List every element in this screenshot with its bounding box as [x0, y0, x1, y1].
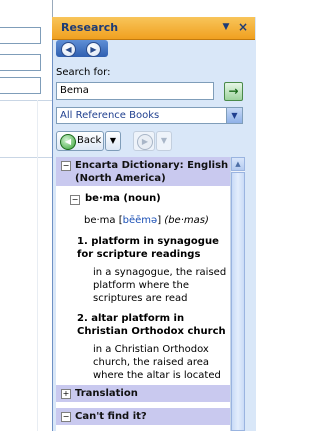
document-field-2[interactable]: [0, 54, 41, 71]
expand-icon[interactable]: +: [61, 389, 71, 399]
section-translation[interactable]: + Translation: [56, 385, 230, 402]
results-panel: − Encarta Dictionary: English (North Ame…: [56, 157, 230, 431]
close-icon[interactable]: ×: [236, 20, 250, 34]
forward-arrow-icon[interactable]: ▶: [86, 42, 101, 57]
document-field-1[interactable]: [0, 27, 41, 44]
definition-1-text: in a synagogue, the raised platform wher…: [93, 266, 226, 305]
definition-2-text-line: in a Christian Orthodox: [93, 344, 209, 355]
chevron-down-icon: ▼: [109, 136, 117, 145]
search-input[interactable]: Bema: [56, 82, 214, 100]
results-scrollbar[interactable]: ▲: [230, 157, 245, 431]
collapse-icon[interactable]: −: [61, 412, 71, 422]
section-cant-find-it[interactable]: − Can't find it?: [56, 408, 230, 425]
definition-1-title: 1. platform in synagogue for scripture r…: [77, 235, 219, 261]
document-area: [0, 0, 53, 431]
forward-arrow-icon: ▶: [137, 134, 153, 150]
definition-1-text-line: platform where the: [93, 280, 189, 291]
back-arrow-icon[interactable]: ◀: [61, 42, 76, 57]
definition-1-title-line: for scripture readings: [77, 249, 201, 260]
section-title: (North America): [75, 173, 166, 184]
pronunciation-word: be·ma: [84, 215, 116, 226]
back-button-label: Back: [77, 135, 102, 146]
chevron-down-icon: ▼: [226, 108, 242, 123]
section-title: Translation: [75, 388, 138, 399]
definition-2-title-line: 2. altar platform in: [77, 313, 185, 324]
chevron-down-icon: ▼: [160, 136, 168, 145]
back-arrow-icon: ◀: [60, 134, 76, 150]
definition-1-text-line: scriptures are read: [93, 293, 188, 304]
definition-2-text: in a Christian Orthodox church, the rais…: [93, 343, 221, 382]
start-search-button[interactable]: →: [224, 82, 243, 101]
definition-2-title-line: Christian Orthodox church: [77, 326, 226, 337]
section-title: Can't find it?: [75, 411, 147, 422]
back-button[interactable]: ◀ Back: [56, 131, 104, 151]
collapse-icon[interactable]: −: [61, 161, 71, 171]
forward-button[interactable]: ▶: [133, 131, 155, 151]
section-title: Encarta Dictionary: English: [75, 160, 229, 171]
plural-form: (be·mas): [164, 215, 209, 226]
collapse-icon[interactable]: −: [70, 195, 80, 205]
definition-2-title: 2. altar platform in Christian Orthodox …: [77, 312, 226, 338]
pane-menu-dropdown-icon[interactable]: ▼: [220, 21, 232, 33]
search-label: Search for:: [56, 67, 111, 78]
section-encarta-dictionary[interactable]: − Encarta Dictionary: English (North Ame…: [56, 157, 230, 186]
reference-books-value: All Reference Books: [60, 110, 160, 121]
scrollbar-thumb[interactable]: [231, 172, 245, 431]
reference-books-select[interactable]: All Reference Books ▼: [56, 107, 243, 124]
pronunciation-bracket: ]: [157, 215, 162, 226]
entry-headword: be·ma (noun): [85, 193, 161, 204]
scroll-up-arrow-icon[interactable]: ▲: [231, 157, 245, 171]
pane-nav-bar: ◀ ▶: [56, 40, 108, 57]
document-field-3[interactable]: [0, 77, 41, 94]
document-divider: [0, 100, 52, 101]
pronunciation-phonetic: bēēmə: [122, 215, 158, 226]
definition-2-text-line: where the altar is located: [93, 370, 221, 381]
pane-title: Research: [61, 21, 119, 34]
forward-dropdown-button[interactable]: ▼: [156, 131, 172, 151]
pronunciation-line: be·ma [bēēmə] (be·mas): [84, 214, 209, 227]
pane-header: Research ▼ ×: [52, 17, 255, 40]
definition-1-text-line: in a synagogue, the raised: [93, 267, 227, 278]
definition-1-title-line: 1. platform in synagogue: [77, 236, 219, 247]
back-dropdown-button[interactable]: ▼: [105, 131, 121, 151]
document-border: [37, 100, 38, 431]
arrow-right-icon: →: [228, 84, 239, 98]
definition-2-text-line: church, the raised area: [93, 357, 210, 368]
document-divider: [0, 157, 52, 158]
search-input-value: Bema: [60, 85, 89, 96]
